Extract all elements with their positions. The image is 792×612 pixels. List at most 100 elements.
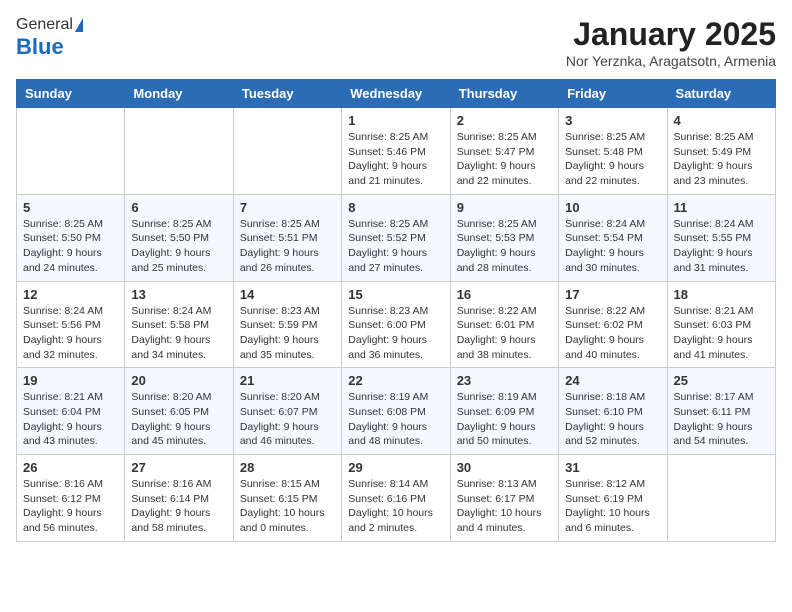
calendar-cell: 28Sunrise: 8:15 AM Sunset: 6:15 PM Dayli…: [233, 455, 341, 542]
calendar-cell: 2 Sunrise: 8:25 AM Sunset: 5:47 PM Daylig…: [450, 108, 558, 195]
day-number: 25: [674, 373, 769, 388]
calendar-cell: 7 Sunrise: 8:25 AM Sunset: 5:51 PM Daylig…: [233, 194, 341, 281]
calendar-week-row: 5 Sunrise: 8:25 AM Sunset: 5:50 PM Daylig…: [17, 194, 776, 281]
calendar-cell: 19 Sunrise: 8:21 AM Sunset: 6:04 PM Dayli…: [17, 368, 125, 455]
calendar-cell: 11 Sunrise: 8:24 AM Sunset: 5:55 PM Dayli…: [667, 194, 775, 281]
calendar-cell: 14 Sunrise: 8:23 AM Sunset: 5:59 PM Dayli…: [233, 281, 341, 368]
day-detail: Sunrise: 8:22 AM Sunset: 6:01 PM Dayligh…: [457, 304, 552, 363]
calendar-cell: 5Sunrise: 8:25 AM Sunset: 5:50 PM Daylig…: [17, 194, 125, 281]
day-of-week-header: Monday: [125, 80, 233, 108]
day-of-week-header: Tuesday: [233, 80, 341, 108]
calendar-cell: 10 Sunrise: 8:24 AM Sunset: 5:54 PM Dayli…: [559, 194, 667, 281]
calendar-cell: 15 Sunrise: 8:23 AM Sunset: 6:00 PM Dayli…: [342, 281, 450, 368]
calendar-table: SundayMondayTuesdayWednesdayThursdayFrid…: [16, 79, 776, 542]
calendar-cell: 27Sunrise: 8:16 AM Sunset: 6:14 PM Dayli…: [125, 455, 233, 542]
calendar-cell: 1 Sunrise: 8:25 AM Sunset: 5:46 PM Daylig…: [342, 108, 450, 195]
day-number: 5: [23, 200, 118, 215]
calendar-cell: 17Sunrise: 8:22 AM Sunset: 6:02 PM Dayli…: [559, 281, 667, 368]
day-detail: Sunrise: 8:25 AM Sunset: 5:51 PM Dayligh…: [240, 217, 335, 276]
logo: General Blue: [16, 16, 83, 60]
day-detail: Sunrise: 8:25 AM Sunset: 5:48 PM Dayligh…: [565, 130, 660, 189]
calendar-cell: 18Sunrise: 8:21 AM Sunset: 6:03 PM Dayli…: [667, 281, 775, 368]
day-detail: Sunrise: 8:16 AM Sunset: 6:12 PM Dayligh…: [23, 477, 118, 536]
day-number: 24: [565, 373, 660, 388]
day-detail: Sunrise: 8:18 AM Sunset: 6:10 PM Dayligh…: [565, 390, 660, 449]
calendar-cell: 9 Sunrise: 8:25 AM Sunset: 5:53 PM Daylig…: [450, 194, 558, 281]
logo-blue-text: Blue: [16, 34, 64, 59]
page-header: General Blue January 2025 Nor Yerznka, A…: [16, 16, 776, 69]
calendar-week-row: 1 Sunrise: 8:25 AM Sunset: 5:46 PM Daylig…: [17, 108, 776, 195]
location-label: Nor Yerznka, Aragatsotn, Armenia: [566, 53, 776, 69]
calendar-cell: [667, 455, 775, 542]
calendar-cell: 25 Sunrise: 8:17 AM Sunset: 6:11 PM Dayli…: [667, 368, 775, 455]
day-number: 11: [674, 200, 769, 215]
day-detail: Sunrise: 8:22 AM Sunset: 6:02 PM Dayligh…: [565, 304, 660, 363]
calendar-cell: 3Sunrise: 8:25 AM Sunset: 5:48 PM Daylig…: [559, 108, 667, 195]
day-detail: Sunrise: 8:14 AM Sunset: 6:16 PM Dayligh…: [348, 477, 443, 536]
day-number: 31: [565, 460, 660, 475]
calendar-cell: 12 Sunrise: 8:24 AM Sunset: 5:56 PM Dayli…: [17, 281, 125, 368]
day-number: 28: [240, 460, 335, 475]
day-number: 2: [457, 113, 552, 128]
day-number: 23: [457, 373, 552, 388]
calendar-week-row: 12 Sunrise: 8:24 AM Sunset: 5:56 PM Dayli…: [17, 281, 776, 368]
calendar-cell: [233, 108, 341, 195]
day-detail: Sunrise: 8:25 AM Sunset: 5:49 PM Dayligh…: [674, 130, 769, 189]
day-detail: Sunrise: 8:23 AM Sunset: 6:00 PM Dayligh…: [348, 304, 443, 363]
day-detail: Sunrise: 8:25 AM Sunset: 5:46 PM Dayligh…: [348, 130, 443, 189]
day-of-week-header: Thursday: [450, 80, 558, 108]
day-number: 30: [457, 460, 552, 475]
day-number: 26: [23, 460, 118, 475]
title-area: January 2025 Nor Yerznka, Aragatsotn, Ar…: [566, 16, 776, 69]
day-number: 18: [674, 287, 769, 302]
day-of-week-header: Friday: [559, 80, 667, 108]
day-detail: Sunrise: 8:13 AM Sunset: 6:17 PM Dayligh…: [457, 477, 552, 536]
day-number: 10: [565, 200, 660, 215]
day-detail: Sunrise: 8:25 AM Sunset: 5:53 PM Dayligh…: [457, 217, 552, 276]
day-number: 16: [457, 287, 552, 302]
day-detail: Sunrise: 8:24 AM Sunset: 5:55 PM Dayligh…: [674, 217, 769, 276]
calendar-cell: [125, 108, 233, 195]
day-number: 22: [348, 373, 443, 388]
calendar-cell: 16 Sunrise: 8:22 AM Sunset: 6:01 PM Dayli…: [450, 281, 558, 368]
day-detail: Sunrise: 8:25 AM Sunset: 5:50 PM Dayligh…: [131, 217, 226, 276]
day-number: 12: [23, 287, 118, 302]
day-number: 9: [457, 200, 552, 215]
day-detail: Sunrise: 8:23 AM Sunset: 5:59 PM Dayligh…: [240, 304, 335, 363]
day-detail: Sunrise: 8:25 AM Sunset: 5:47 PM Dayligh…: [457, 130, 552, 189]
day-number: 13: [131, 287, 226, 302]
calendar-cell: 4 Sunrise: 8:25 AM Sunset: 5:49 PM Daylig…: [667, 108, 775, 195]
calendar-cell: 21 Sunrise: 8:20 AM Sunset: 6:07 PM Dayli…: [233, 368, 341, 455]
day-number: 4: [674, 113, 769, 128]
day-detail: Sunrise: 8:24 AM Sunset: 5:54 PM Dayligh…: [565, 217, 660, 276]
day-of-week-header: Sunday: [17, 80, 125, 108]
day-detail: Sunrise: 8:19 AM Sunset: 6:09 PM Dayligh…: [457, 390, 552, 449]
day-number: 1: [348, 113, 443, 128]
day-number: 7: [240, 200, 335, 215]
calendar-cell: [17, 108, 125, 195]
day-detail: Sunrise: 8:24 AM Sunset: 5:58 PM Dayligh…: [131, 304, 226, 363]
calendar-cell: 22 Sunrise: 8:19 AM Sunset: 6:08 PM Dayli…: [342, 368, 450, 455]
calendar-week-row: 26 Sunrise: 8:16 AM Sunset: 6:12 PM Dayli…: [17, 455, 776, 542]
logo-general-text: General: [16, 16, 73, 34]
day-detail: Sunrise: 8:19 AM Sunset: 6:08 PM Dayligh…: [348, 390, 443, 449]
day-number: 15: [348, 287, 443, 302]
day-detail: Sunrise: 8:12 AM Sunset: 6:19 PM Dayligh…: [565, 477, 660, 536]
month-title: January 2025: [566, 16, 776, 53]
calendar-cell: 26 Sunrise: 8:16 AM Sunset: 6:12 PM Dayli…: [17, 455, 125, 542]
day-detail: Sunrise: 8:25 AM Sunset: 5:52 PM Dayligh…: [348, 217, 443, 276]
day-number: 29: [348, 460, 443, 475]
day-detail: Sunrise: 8:24 AM Sunset: 5:56 PM Dayligh…: [23, 304, 118, 363]
day-number: 21: [240, 373, 335, 388]
day-number: 19: [23, 373, 118, 388]
calendar-cell: 23 Sunrise: 8:19 AM Sunset: 6:09 PM Dayli…: [450, 368, 558, 455]
day-number: 8: [348, 200, 443, 215]
day-detail: Sunrise: 8:20 AM Sunset: 6:05 PM Dayligh…: [131, 390, 226, 449]
day-detail: Sunrise: 8:20 AM Sunset: 6:07 PM Dayligh…: [240, 390, 335, 449]
calendar-cell: 29 Sunrise: 8:14 AM Sunset: 6:16 PM Dayli…: [342, 455, 450, 542]
day-detail: Sunrise: 8:21 AM Sunset: 6:04 PM Dayligh…: [23, 390, 118, 449]
day-detail: Sunrise: 8:17 AM Sunset: 6:11 PM Dayligh…: [674, 390, 769, 449]
calendar-cell: 30 Sunrise: 8:13 AM Sunset: 6:17 PM Dayli…: [450, 455, 558, 542]
day-number: 14: [240, 287, 335, 302]
day-of-week-header: Wednesday: [342, 80, 450, 108]
